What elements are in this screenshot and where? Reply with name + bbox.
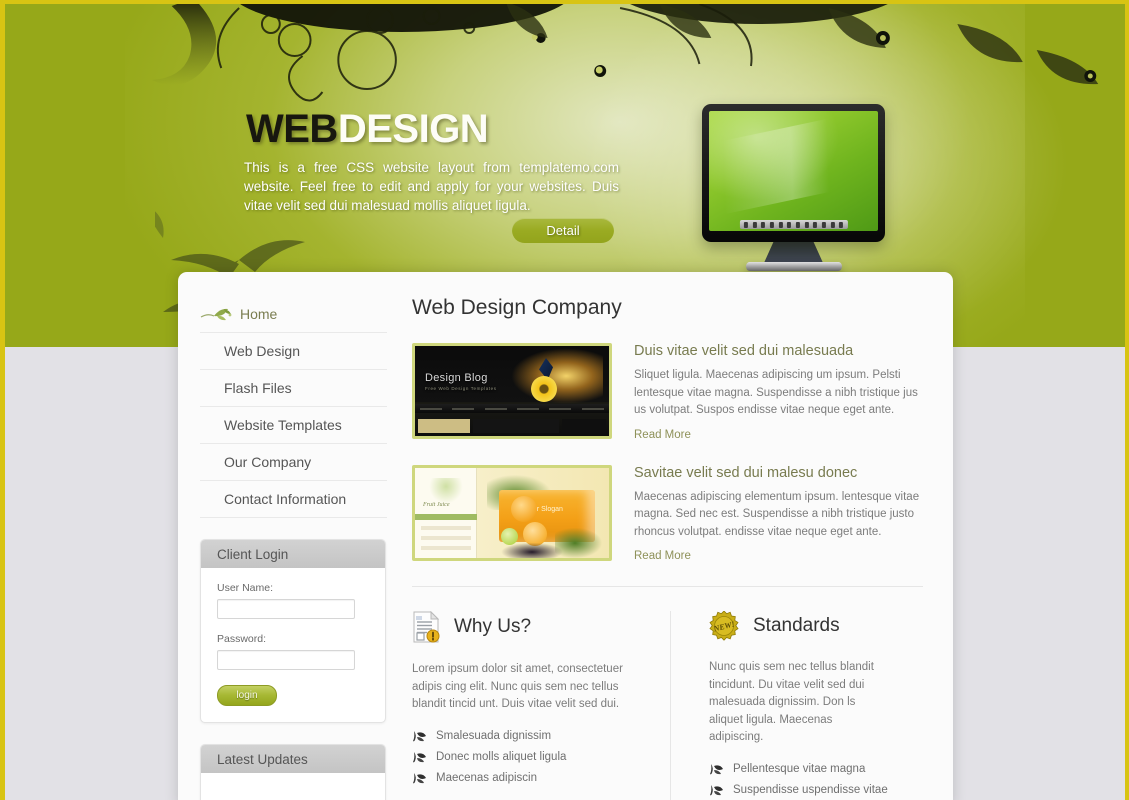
list-item[interactable]: Pellentesque vitae magna [709,759,888,780]
document-alert-icon [413,611,440,643]
sidebar-item-label: Contact Information [224,491,347,507]
banner-title-part2: DESIGN [337,107,489,151]
article-item: Design Blog Free Web Design Templates Du… [412,343,923,443]
feature-column-heading: Standards [753,615,840,636]
sidebar-item-label: Web Design [224,343,301,359]
feature-column-body: Lorem ipsum dolor sit amet, consectetuer… [412,663,623,710]
monitor-dock [739,220,848,229]
list-item-label: Maecenas adipiscin [436,771,538,784]
client-login-box: Client Login User Name: Password: login [200,539,386,723]
thumbnail-caption: Design Blog [425,372,488,384]
list-item[interactable]: Donec molls aliquet ligula [412,747,630,768]
feature-bullet-list: Smalesuada dignissim Donec molls aliquet… [412,726,630,789]
thumbnail-subcaption: Free Web Design Templates [425,386,497,391]
fruit-juice-thumbnail[interactable]: Your Slogan Fruit Juice [412,464,612,561]
client-login-heading: Client Login [201,540,385,568]
list-item-label: Smalesuada dignissim [436,729,552,742]
password-input[interactable] [217,650,355,670]
monitor-icon [702,104,885,271]
feature-column-heading: Why Us? [454,616,532,637]
banner-paragraph: This is a free CSS website layout from t… [244,160,619,213]
design-blog-thumbnail[interactable]: Design Blog Free Web Design Templates [412,343,612,439]
feature-column-body: Nunc quis sem nec tellus blandit tincidu… [709,661,874,743]
list-item-label: Pellentesque vitae magna [733,762,866,775]
password-label: Password: [217,633,267,645]
list-item[interactable]: Maecenas adipiscin [412,768,630,789]
feature-column-why-us: Why Us? Lorem ipsum dolor sit amet, cons… [412,611,630,800]
banner-title-part1: WEB [246,107,338,151]
sidebar-item-web-design[interactable]: Web Design [200,333,387,370]
list-item-label: Donec molls aliquet ligula [436,750,567,763]
detail-button[interactable]: Detail [512,218,614,243]
list-item[interactable]: Suspendisse uspendisse vitae [709,780,888,800]
section-divider [412,586,923,587]
username-label: User Name: [217,582,274,594]
article-body: Sliquet ligula. Maecenas adipiscing um i… [634,369,918,416]
latest-updates-heading: Latest Updates [201,745,385,773]
sidebar-item-label: Website Templates [224,417,342,433]
feature-columns: Why Us? Lorem ipsum dolor sit amet, cons… [412,611,923,800]
article-item: Your Slogan Fruit Juice Savitae velit se… [412,464,923,565]
sidebar-item-label: Home [240,306,278,322]
new-badge-icon: NEW! [709,611,739,641]
leaf-bullet-icon [710,763,723,774]
leaf-bullet-icon [413,730,426,741]
main-content: Web Design Company Design Blog Free Web … [412,272,953,800]
username-input[interactable] [217,599,355,619]
latest-updates-box: Latest Updates [200,744,386,800]
read-more-link[interactable]: Read More [634,429,691,441]
read-more-link[interactable]: Read More [634,550,691,562]
sidebar-item-flash-files[interactable]: Flash Files [200,370,387,407]
leaf-bullet-icon [413,751,426,762]
article-heading[interactable]: Savitae velit sed dui malesu donec [634,465,923,481]
sidebar-item-home[interactable]: Home [200,296,387,333]
page-root: WEBDESIGN This is a free CSS website lay… [0,0,1129,800]
feature-bullet-list: Pellentesque vitae magna Suspendisse usp… [709,759,888,800]
article-body: Maecenas adipiscing elementum ipsum. len… [634,490,920,538]
list-item[interactable]: Smalesuada dignissim [412,726,630,747]
sidebar-item-label: Flash Files [224,380,292,396]
leaf-bullet-icon [710,784,723,795]
article-heading[interactable]: Duis vitae velit sed dui malesuada [634,343,923,359]
leaf-vine-icon [200,308,232,321]
banner-title: WEBDESIGN [246,107,489,152]
floral-swirl-decoration [151,4,1099,102]
thumbnail-caption: Fruit Juice [423,501,450,508]
leaf-bullet-icon [413,772,426,783]
list-item-label: Suspendisse uspendisse vitae [733,783,888,796]
login-button[interactable]: login [217,685,277,706]
sidebar: Home Web Design Flash Files Website Temp… [178,272,404,800]
sidebar-item-website-templates[interactable]: Website Templates [200,407,387,444]
sidebar-item-label: Our Company [224,454,312,470]
content-panel: Home Web Design Flash Files Website Temp… [178,272,953,800]
sidebar-item-contact-information[interactable]: Contact Information [200,481,387,518]
sidebar-item-our-company[interactable]: Our Company [200,444,387,481]
page-title: Web Design Company [412,296,622,319]
feature-column-standards: NEW! Standards Nunc quis sem nec tellus … [670,611,888,800]
